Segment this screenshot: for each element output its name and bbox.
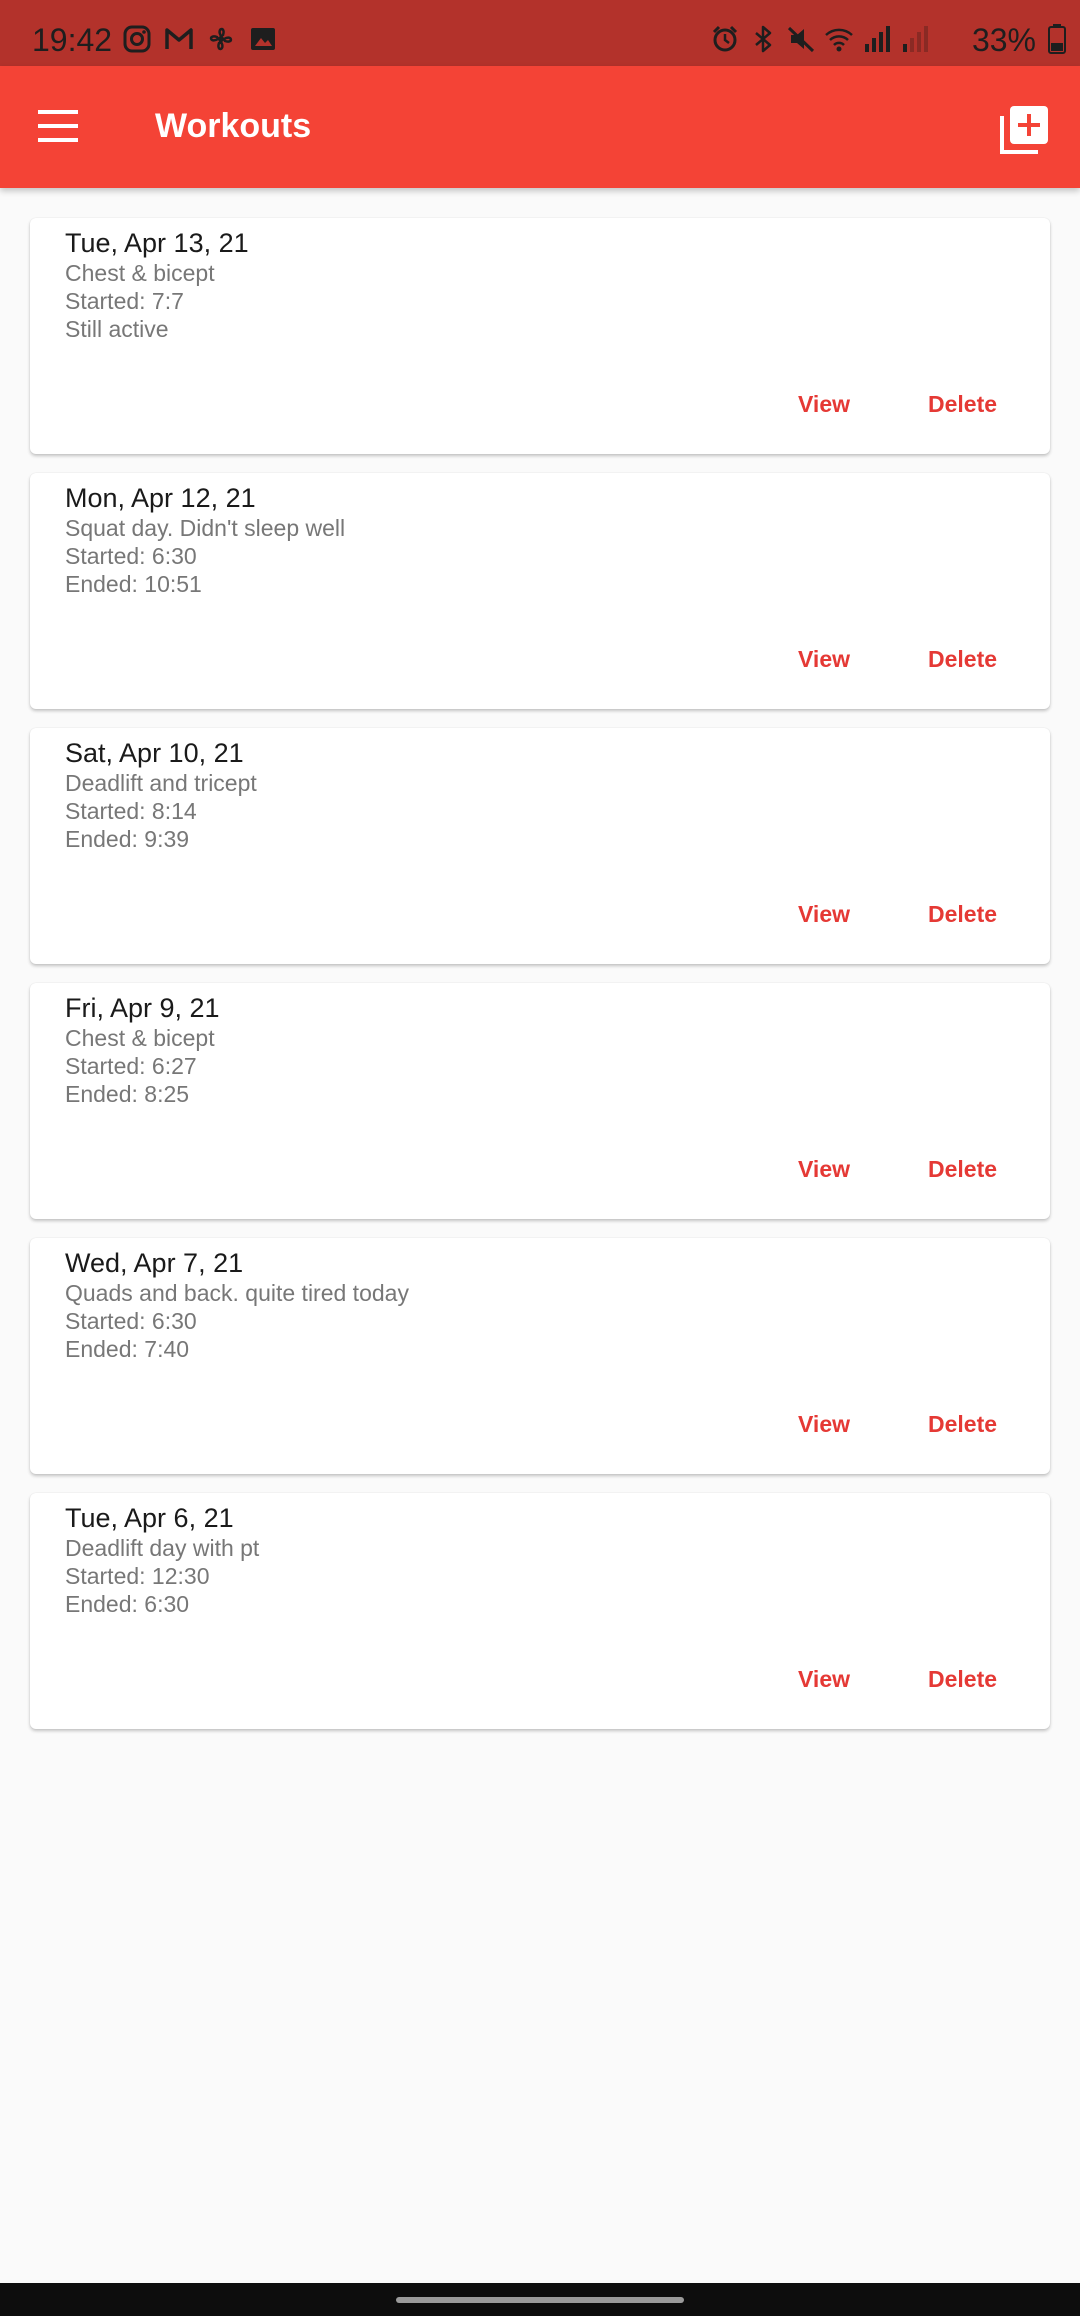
view-button[interactable]: View xyxy=(790,1661,858,1697)
mute-icon xyxy=(786,24,816,54)
hamburger-menu-icon[interactable] xyxy=(30,102,90,152)
delete-button[interactable]: Delete xyxy=(920,641,1005,677)
workout-note: Quads and back. quite tired today xyxy=(65,1280,409,1306)
workout-ended: Ended: 8:25 xyxy=(65,1081,190,1107)
view-button[interactable]: View xyxy=(790,386,858,422)
workout-date: Wed, Apr 7, 21 xyxy=(65,1248,244,1278)
workout-ended: Still active xyxy=(65,316,169,342)
workout-date: Sat, Apr 10, 21 xyxy=(65,738,244,768)
battery-icon xyxy=(1048,24,1066,54)
workout-ended: Ended: 6:30 xyxy=(65,1591,190,1617)
workout-date: Tue, Apr 6, 21 xyxy=(65,1503,234,1533)
delete-button[interactable]: Delete xyxy=(920,1406,1005,1442)
workout-started: Started: 8:14 xyxy=(65,798,197,824)
workout-note: Squat day. Didn't sleep well xyxy=(65,515,346,541)
workout-date: Fri, Apr 9, 21 xyxy=(65,993,220,1023)
gmail-icon xyxy=(164,24,194,54)
workout-card: Wed, Apr 7, 21 Quads and back. quite tir… xyxy=(30,1238,1050,1474)
workout-list: Tue, Apr 13, 21 Chest & bicept Started: … xyxy=(30,218,1050,1748)
battery-percentage: 33% xyxy=(971,22,1036,58)
alarm-icon xyxy=(710,24,740,54)
workout-card: Sat, Apr 10, 21 Deadlift and tricept Sta… xyxy=(30,728,1050,964)
delete-button[interactable]: Delete xyxy=(920,1151,1005,1187)
view-button[interactable]: View xyxy=(790,896,858,932)
delete-button[interactable]: Delete xyxy=(920,1661,1005,1697)
workout-ended: Ended: 7:40 xyxy=(65,1336,190,1362)
status-bar: 19:42 33% xyxy=(0,0,1080,66)
status-time: 19:42 xyxy=(32,22,113,58)
workout-started: Started: 7:7 xyxy=(65,288,184,314)
signal-icon xyxy=(862,24,892,54)
bluetooth-icon xyxy=(748,24,778,54)
workout-started: Started: 6:27 xyxy=(65,1053,197,1079)
workout-card: Tue, Apr 13, 21 Chest & bicept Started: … xyxy=(30,218,1050,454)
delete-button[interactable]: Delete xyxy=(920,896,1005,932)
navigation-bar xyxy=(0,2283,1080,2316)
view-button[interactable]: View xyxy=(790,1151,858,1187)
workout-note: Chest & bicept xyxy=(65,260,215,286)
signal-weak-icon xyxy=(900,24,930,54)
home-gesture-handle[interactable] xyxy=(396,2297,684,2303)
workout-date: Mon, Apr 12, 21 xyxy=(65,483,256,513)
workout-ended: Ended: 10:51 xyxy=(65,571,202,597)
delete-button[interactable]: Delete xyxy=(920,386,1005,422)
view-button[interactable]: View xyxy=(790,1406,858,1442)
workout-started: Started: 12:30 xyxy=(65,1563,210,1589)
notification-icons xyxy=(122,22,278,56)
instagram-icon xyxy=(122,24,152,54)
add-box-icon[interactable] xyxy=(998,102,1052,156)
workout-card: Mon, Apr 12, 21 Squat day. Didn't sleep … xyxy=(30,473,1050,709)
workout-note: Deadlift and tricept xyxy=(65,770,257,796)
workout-note: Chest & bicept xyxy=(65,1025,215,1051)
wifi-icon xyxy=(824,24,854,54)
view-button[interactable]: View xyxy=(790,641,858,677)
workout-card: Tue, Apr 6, 21 Deadlift day with pt Star… xyxy=(30,1493,1050,1729)
workout-started: Started: 6:30 xyxy=(65,543,197,569)
system-icons xyxy=(710,22,930,56)
workout-ended: Ended: 9:39 xyxy=(65,826,190,852)
app-bar: Workouts xyxy=(0,66,1080,188)
workout-card: Fri, Apr 9, 21 Chest & bicept Started: 6… xyxy=(30,983,1050,1219)
page-title: Workouts xyxy=(155,107,312,145)
fan-icon xyxy=(206,24,236,54)
workout-date: Tue, Apr 13, 21 xyxy=(65,228,249,258)
workout-note: Deadlift day with pt xyxy=(65,1535,260,1561)
gallery-icon xyxy=(248,24,278,54)
workout-started: Started: 6:30 xyxy=(65,1308,197,1334)
